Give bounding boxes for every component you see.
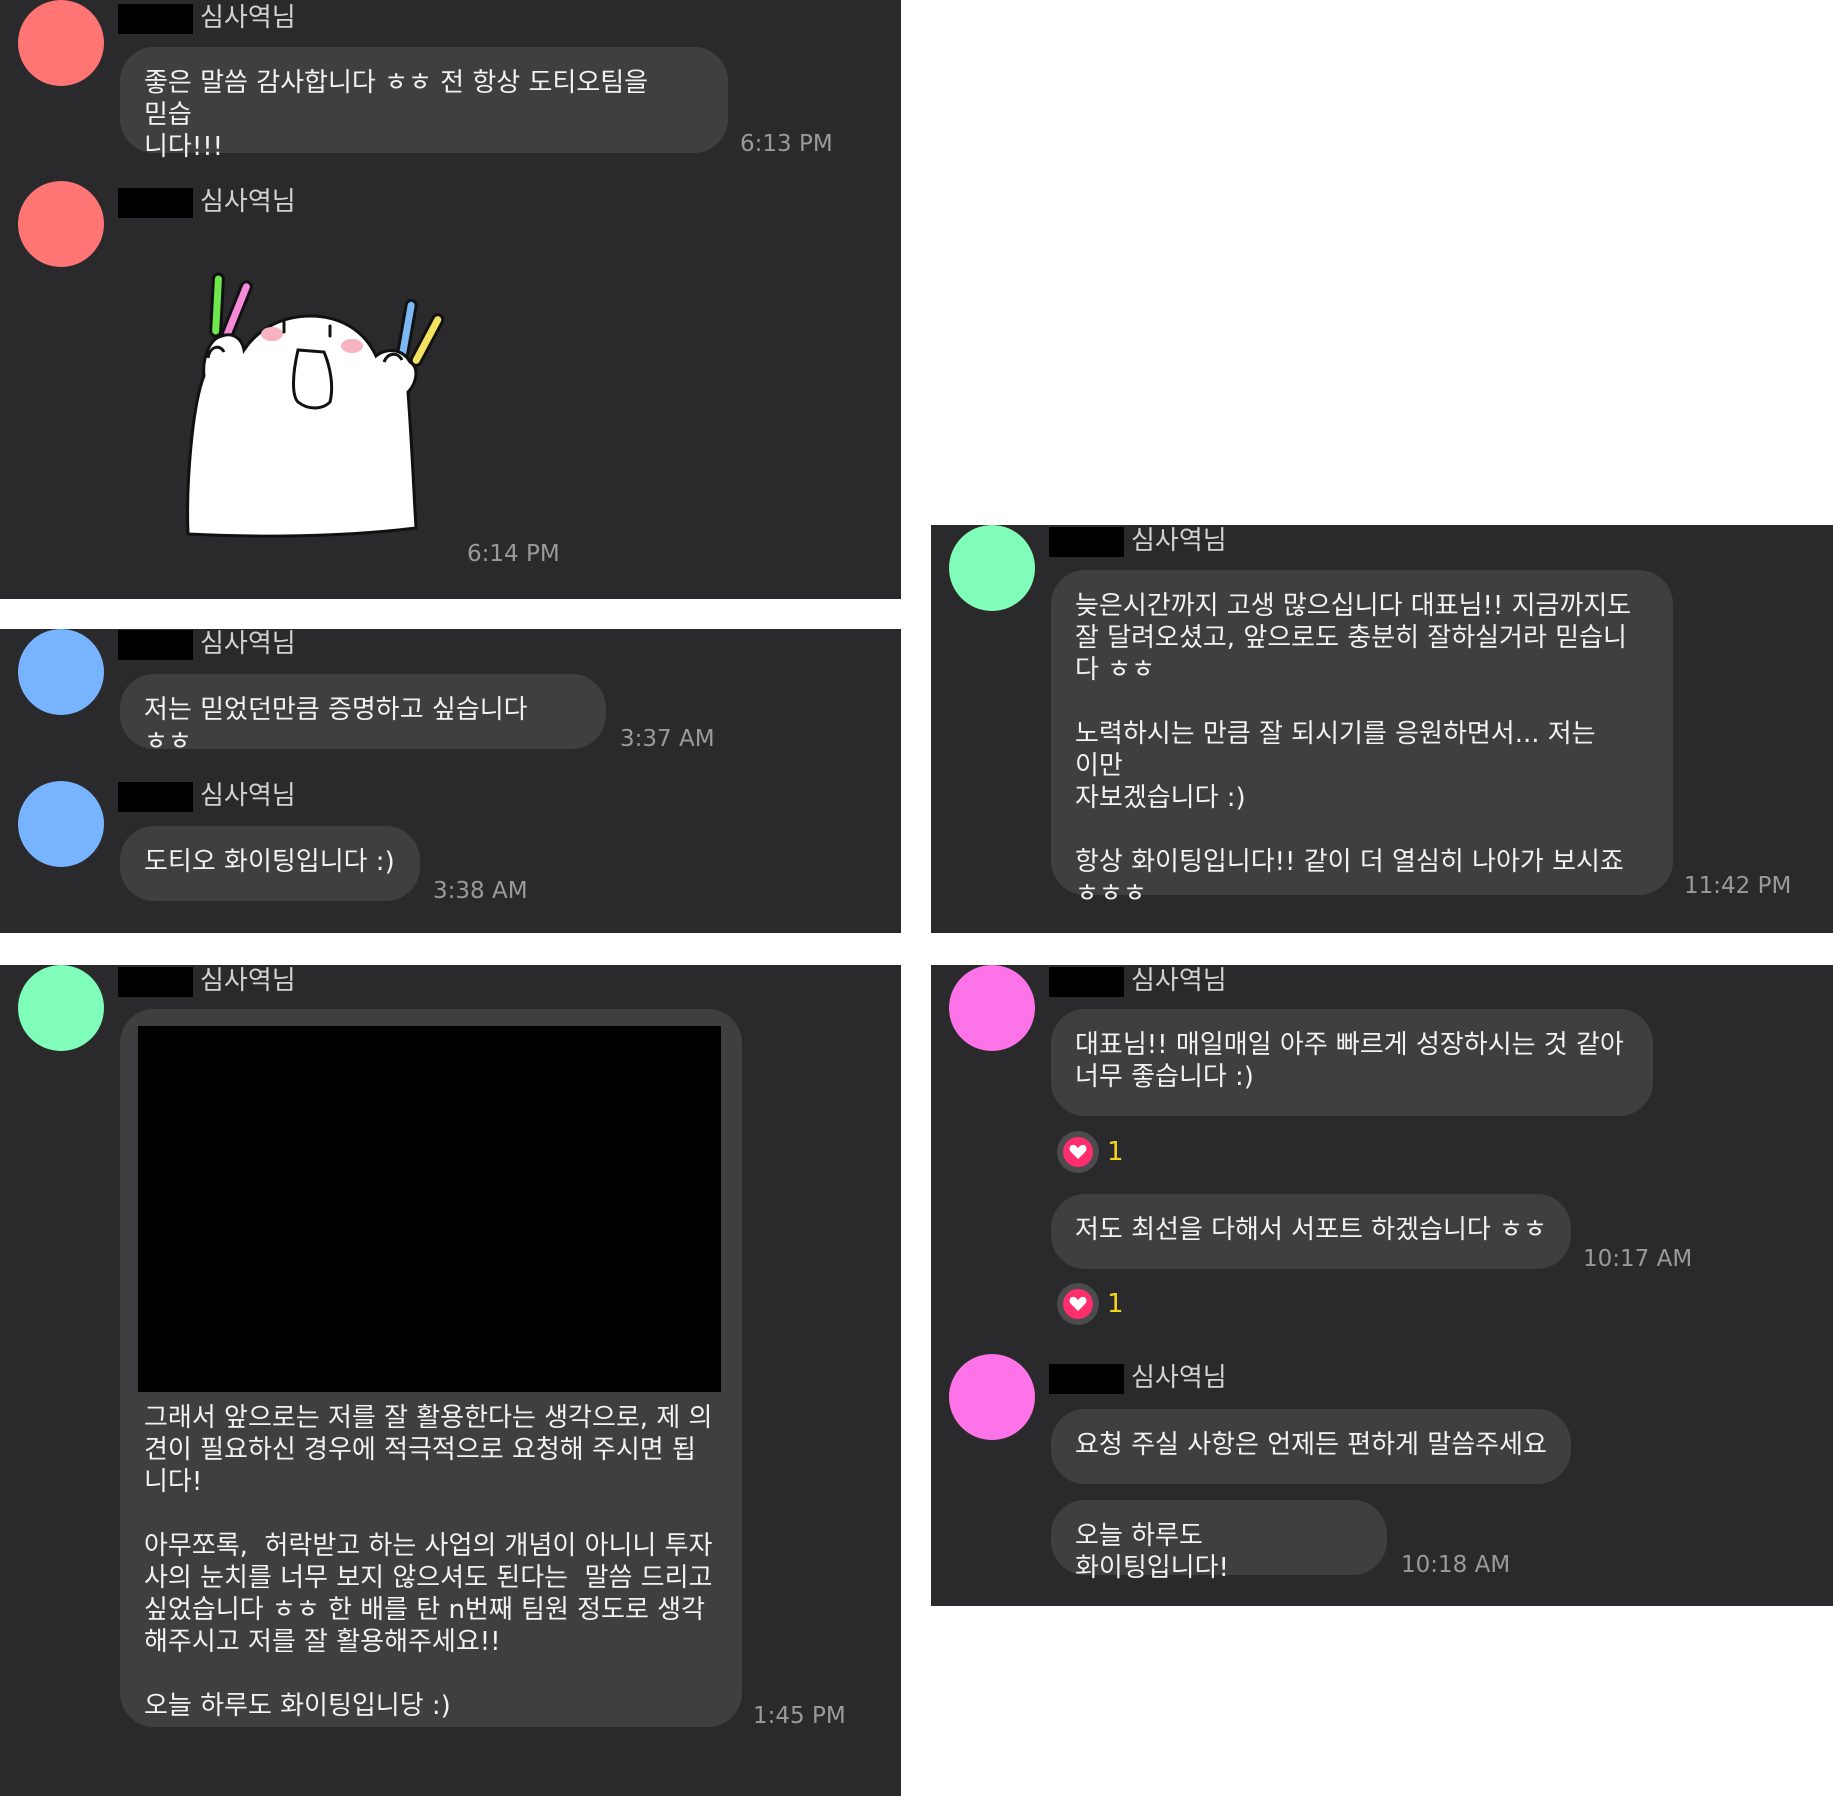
message-bubble[interactable]: 좋은 말씀 감사합니다 ㅎㅎ 전 항상 도티오팀을 믿습 니다!!! bbox=[120, 47, 728, 162]
sender-name: 심사역님 bbox=[200, 3, 296, 33]
message-time: 6:14 PM bbox=[467, 541, 560, 567]
message-bubble[interactable]: 대표님!! 매일매일 아주 빠르게 성장하시는 것 같아 너무 좋습니다 :) bbox=[1051, 1009, 1653, 1116]
chat-panel-2: 심사역님 저는 믿었던만큼 증명하고 싶습니다 ㅎㅎ 3:37 AM 심사역님 … bbox=[0, 629, 901, 933]
redacted-name bbox=[118, 782, 193, 812]
heart-reaction[interactable]: 1 bbox=[1057, 1283, 1124, 1325]
reaction-count: 1 bbox=[1107, 1289, 1124, 1319]
message-bubble[interactable]: 그래서 앞으로는 저를 잘 활용한다는 생각으로, 제 의 견이 필요하신 경우… bbox=[120, 1009, 742, 1727]
chat-panel-3: 심사역님 그래서 앞으로는 저를 잘 활용한다는 생각으로, 제 의 견이 필요… bbox=[0, 965, 901, 1796]
redacted-name bbox=[118, 967, 193, 997]
redacted-image[interactable] bbox=[138, 1026, 721, 1392]
avatar[interactable] bbox=[949, 1354, 1035, 1440]
redacted-name bbox=[118, 4, 193, 34]
chat-panel-5: 심사역님 대표님!! 매일매일 아주 빠르게 성장하시는 것 같아 너무 좋습니… bbox=[931, 965, 1833, 1606]
avatar[interactable] bbox=[18, 965, 104, 1051]
chat-panel-4: 심사역님 늦은시간까지 고생 많으십니다 대표님!! 지금까지도 잘 달려오셨고… bbox=[931, 525, 1833, 933]
message-text: 그래서 앞으로는 저를 잘 활용한다는 생각으로, 제 의 견이 필요하신 경우… bbox=[144, 1403, 713, 1721]
redacted-name bbox=[118, 188, 193, 218]
reaction-count: 1 bbox=[1107, 1137, 1124, 1167]
message-time: 11:42 PM bbox=[1684, 873, 1792, 899]
sender-name: 심사역님 bbox=[200, 966, 296, 996]
avatar[interactable] bbox=[18, 181, 104, 267]
message-bubble[interactable]: 늦은시간까지 고생 많으십니다 대표님!! 지금까지도 잘 달려오셨고, 앞으로… bbox=[1051, 570, 1673, 909]
message-time: 3:38 AM bbox=[433, 878, 528, 904]
sender-name: 심사역님 bbox=[1131, 1363, 1227, 1393]
message-bubble[interactable]: 요청 주실 사항은 언제든 편하게 말씀주세요 bbox=[1051, 1409, 1571, 1484]
heart-icon bbox=[1057, 1283, 1099, 1325]
redacted-name bbox=[1049, 527, 1124, 557]
message-bubble[interactable]: 저는 믿었던만큼 증명하고 싶습니다 ㅎㅎ bbox=[120, 674, 606, 757]
sender-name: 심사역님 bbox=[1131, 526, 1227, 556]
sender-name: 심사역님 bbox=[200, 187, 296, 217]
heart-icon bbox=[1057, 1131, 1099, 1173]
message-bubble[interactable]: 도티오 화이팅입니다 :) bbox=[120, 826, 420, 901]
sender-name: 심사역님 bbox=[1131, 966, 1227, 996]
sender-name: 심사역님 bbox=[200, 629, 296, 659]
avatar[interactable] bbox=[18, 629, 104, 715]
message-time: 10:17 AM bbox=[1583, 1246, 1693, 1272]
avatar[interactable] bbox=[18, 781, 104, 867]
message-bubble[interactable]: 저도 최선을 다해서 서포트 하겠습니다 ㅎㅎ bbox=[1051, 1194, 1571, 1269]
message-time: 1:45 PM bbox=[753, 1703, 846, 1729]
avatar[interactable] bbox=[18, 0, 104, 86]
avatar[interactable] bbox=[949, 525, 1035, 611]
cheering-ghost-sticker[interactable] bbox=[180, 266, 460, 546]
message-time: 6:13 PM bbox=[740, 131, 833, 157]
message-bubble[interactable]: 오늘 하루도 화이팅입니다! bbox=[1051, 1500, 1387, 1583]
redacted-name bbox=[118, 630, 193, 660]
heart-reaction[interactable]: 1 bbox=[1057, 1131, 1124, 1173]
redacted-name bbox=[1049, 967, 1124, 997]
message-time: 3:37 AM bbox=[620, 726, 715, 752]
message-time: 10:18 AM bbox=[1401, 1552, 1511, 1578]
sender-name: 심사역님 bbox=[200, 781, 296, 811]
redacted-name bbox=[1049, 1364, 1124, 1394]
avatar[interactable] bbox=[949, 965, 1035, 1051]
chat-panel-1: 심사역님 좋은 말씀 감사합니다 ㅎㅎ 전 항상 도티오팀을 믿습 니다!!! … bbox=[0, 0, 901, 599]
